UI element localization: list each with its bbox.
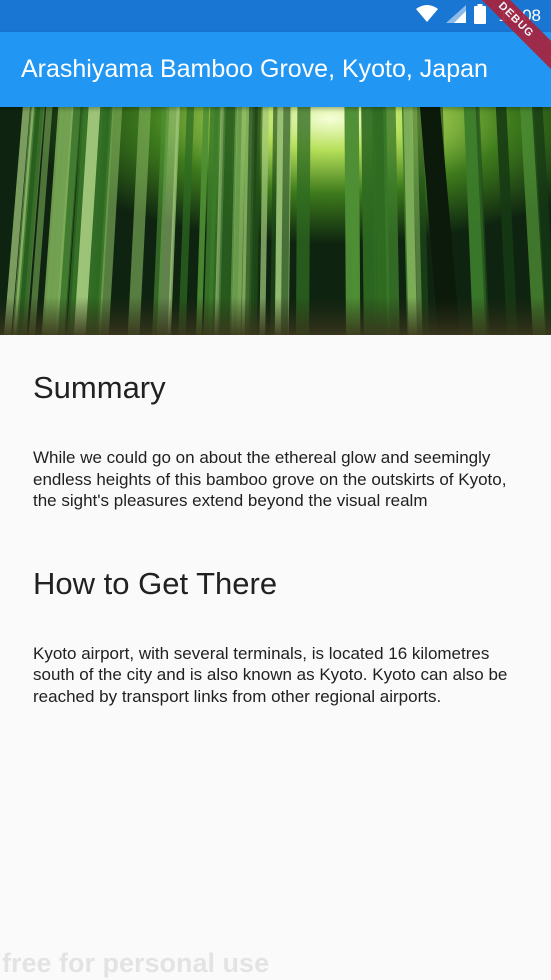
- content: Summary While we could go on about the e…: [33, 335, 523, 707]
- summary-body: While we could go on about the ethereal …: [33, 448, 507, 510]
- app-title: Arashiyama Bamboo Grove, Kyoto, Japan: [21, 55, 488, 83]
- directions-title: How to Get There: [33, 565, 278, 601]
- directions-body: Kyoto airport, with several terminals, i…: [33, 643, 508, 706]
- signal-icon: [446, 4, 467, 28]
- app-bar: Arashiyama Bamboo Grove, Kyoto, Japan: [0, 32, 551, 107]
- wifi-icon: [416, 4, 439, 28]
- watermark: free for personal use: [2, 948, 270, 978]
- bamboo-grove-image: [0, 107, 551, 335]
- status-bar: 12:08: [0, 0, 551, 32]
- summary-title: Summary: [33, 370, 166, 405]
- hero-image: [0, 107, 551, 335]
- battery-icon: [474, 3, 487, 29]
